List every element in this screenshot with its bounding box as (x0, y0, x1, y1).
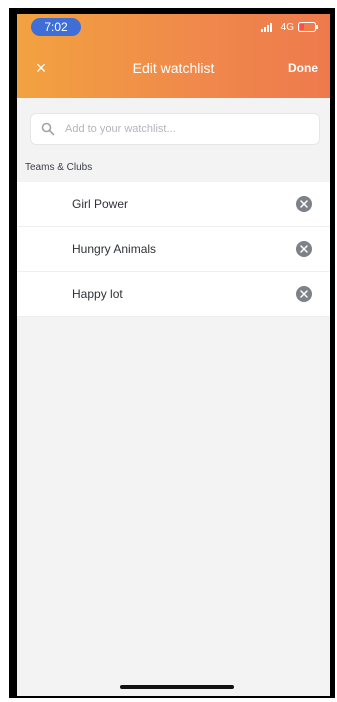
search-container (30, 113, 320, 145)
status-time: 7:02 (31, 18, 81, 36)
remove-item-button[interactable] (296, 286, 312, 302)
list-item: Hungry Animals (17, 227, 330, 272)
phone-frame: 7:02 4G × Edit watchlist Done Add to you… (9, 8, 335, 698)
search-box[interactable] (30, 113, 320, 145)
close-icon (300, 290, 308, 298)
item-label: Happy lot (72, 287, 123, 301)
close-icon (300, 245, 308, 253)
section-title: Teams & Clubs (25, 162, 93, 173)
nav-bar: × Edit watchlist Done (17, 56, 330, 82)
signal-icon (260, 23, 272, 32)
watchlist: Girl Power Hungry Animals Happy lot (17, 182, 330, 317)
search-icon (41, 122, 55, 136)
close-icon (300, 200, 308, 208)
remove-item-button[interactable] (296, 241, 312, 257)
remove-item-button[interactable] (296, 196, 312, 212)
search-input[interactable] (63, 122, 319, 136)
item-label: Girl Power (72, 197, 129, 211)
page-title: Edit watchlist (132, 60, 215, 76)
header-bar: 7:02 4G × Edit watchlist Done (17, 14, 330, 98)
app-screen: 7:02 4G × Edit watchlist Done Add to you… (17, 14, 330, 696)
battery-icon (298, 22, 318, 32)
network-type: 4G (280, 21, 294, 33)
list-item: Happy lot (17, 272, 330, 317)
list-item: Girl Power (17, 182, 330, 227)
status-bar: 7:02 4G (17, 14, 330, 42)
done-button[interactable]: Done (288, 56, 318, 80)
item-label: Hungry Animals (72, 242, 157, 256)
home-indicator[interactable] (120, 685, 234, 689)
status-indicators: 4G (260, 19, 318, 35)
